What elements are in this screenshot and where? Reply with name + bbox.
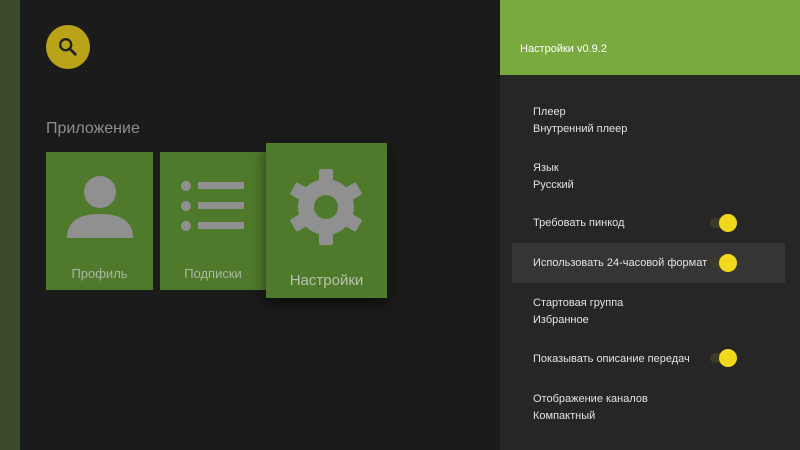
gear-icon bbox=[290, 169, 362, 245]
settings-item-value: Избранное bbox=[533, 314, 589, 326]
settings-item-require-pin[interactable]: Требовать пинкод bbox=[512, 206, 785, 240]
list-icon bbox=[181, 181, 244, 231]
24h-format-toggle[interactable] bbox=[710, 254, 738, 272]
search-button[interactable] bbox=[46, 25, 90, 69]
settings-item-title: Показывать описание передач bbox=[533, 353, 690, 365]
settings-item-24h-format[interactable]: Использовать 24-часовой формат bbox=[512, 243, 785, 283]
settings-item-title: Стартовая группа bbox=[533, 297, 624, 309]
settings-panel-title: Настройки v0.9.2 bbox=[520, 43, 607, 55]
settings-item-start-group[interactable]: Стартовая группа Избранное bbox=[512, 288, 785, 336]
settings-panel-header: Настройки v0.9.2 bbox=[500, 0, 800, 75]
settings-item-title: Требовать пинкод bbox=[533, 217, 625, 229]
settings-item-value: Компактный bbox=[533, 410, 596, 422]
tile-settings-label: Настройки bbox=[289, 272, 364, 289]
tile-profile-label: Профиль bbox=[71, 266, 128, 281]
tile-subscriptions-label: Подписки bbox=[184, 266, 242, 281]
person-icon bbox=[67, 176, 133, 238]
tile-subscriptions[interactable]: Подписки bbox=[160, 152, 266, 290]
settings-item-player[interactable]: Плеер Внутренний плеер bbox=[512, 98, 785, 146]
require-pin-toggle[interactable] bbox=[710, 214, 738, 232]
show-description-toggle[interactable] bbox=[710, 349, 738, 367]
settings-item-show-description[interactable]: Показывать описание передач bbox=[512, 342, 785, 376]
settings-item-title: Отображение каналов bbox=[533, 393, 648, 405]
tile-profile[interactable]: Профиль bbox=[46, 152, 153, 290]
section-title: Приложение bbox=[46, 120, 140, 137]
settings-item-value: Внутренний плеер bbox=[533, 123, 628, 135]
settings-item-language[interactable]: Язык Русский bbox=[512, 152, 785, 200]
settings-item-title: Язык bbox=[533, 162, 559, 174]
settings-item-title: Использовать 24-часовой формат bbox=[533, 257, 708, 269]
settings-item-value: Русский bbox=[533, 179, 574, 191]
settings-panel: Настройки v0.9.2 тб Плеер Внутренний пле… bbox=[500, 0, 800, 450]
search-icon bbox=[59, 38, 77, 56]
tile-settings[interactable]: Настройки bbox=[266, 143, 387, 298]
settings-item-title: Плеер bbox=[533, 106, 566, 118]
left-edge-strip bbox=[0, 0, 20, 450]
settings-item-channel-display[interactable]: Отображение каналов Компактный bbox=[512, 384, 785, 432]
